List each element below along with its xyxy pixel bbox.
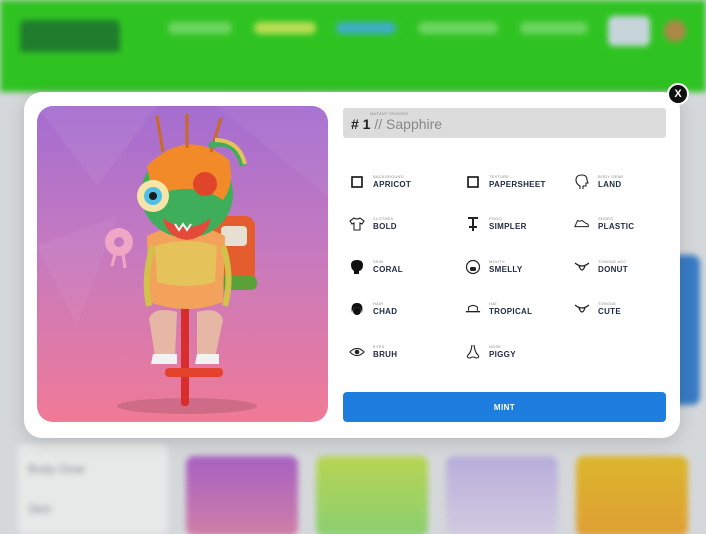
nft-number: # 1	[351, 116, 371, 132]
head-profile-icon	[574, 174, 590, 190]
tongue-icon	[574, 259, 590, 275]
trait-tongue-acc: TONGUE ACC. DONUT	[574, 257, 684, 281]
trait-eyes: EYES BRUH	[349, 342, 459, 366]
trait-tongue: TONGUE CUTE	[574, 299, 684, 323]
mouth-face-icon	[465, 259, 481, 275]
nose-icon	[465, 344, 481, 360]
trait-value: PIGGY	[489, 350, 516, 359]
square-icon	[349, 174, 365, 190]
trait-body-gear: BODY GEAR LAND	[574, 172, 684, 196]
trait-category: CLOTHES	[373, 216, 394, 221]
trait-nose: NOSE PIGGY	[465, 342, 575, 366]
trait-category: POGO	[489, 216, 502, 221]
trait-texture: TEXTURE PAPERSHEET	[465, 172, 575, 196]
close-button[interactable]: X	[667, 83, 689, 105]
trait-category: TONGUE ACC.	[598, 259, 628, 264]
trait-category: SHOES	[598, 216, 614, 221]
trait-value: BRUH	[373, 350, 398, 359]
trait-category: EYES	[373, 344, 385, 349]
nft-id-title: # 1 // Sapphire	[351, 116, 442, 132]
trait-shoes: SHOES PLASTIC	[574, 214, 684, 238]
trait-value: PLASTIC	[598, 222, 635, 231]
trait-value: BOLD	[373, 222, 397, 231]
hair-icon	[349, 301, 365, 317]
skin-icon	[349, 259, 365, 275]
hat-icon	[465, 301, 481, 317]
trait-clothes: CLOTHES BOLD	[349, 214, 459, 238]
trait-pogo: POGO SIMPLER	[465, 214, 575, 238]
eye-icon	[349, 344, 365, 360]
nft-detail-modal: MUTANT TRIGGER # 1 // Sapphire BACKGROUN…	[24, 92, 680, 438]
shoe-icon	[574, 216, 590, 232]
trait-mouth: MOUTH SMELLY	[465, 257, 575, 281]
trait-value: CHAD	[373, 307, 398, 316]
trait-value: PAPERSHEET	[489, 180, 546, 189]
trait-value: TROPICAL	[489, 307, 533, 316]
trait-value: CORAL	[373, 265, 403, 274]
trait-value: LAND	[598, 180, 622, 189]
trait-category: TEXTURE	[489, 174, 510, 179]
trait-value: APRICOT	[373, 180, 412, 189]
trait-hair: HAIR CHAD	[349, 299, 459, 323]
pogo-icon	[465, 216, 481, 232]
trait-category: MOUTH	[489, 259, 505, 264]
square-icon	[465, 174, 481, 190]
trait-category: SKIN	[373, 259, 384, 264]
mint-button[interactable]: MINT	[343, 392, 666, 422]
trait-category: TONGUE	[598, 301, 617, 306]
trait-value: SMELLY	[489, 265, 523, 274]
trait-value: SIMPLER	[489, 222, 527, 231]
trait-value: DONUT	[598, 265, 628, 274]
trait-value: CUTE	[598, 307, 621, 316]
shirt-icon	[349, 216, 365, 232]
trait-category: NOSE	[489, 344, 502, 349]
nft-artwork	[37, 106, 328, 422]
trait-category: BACKGROUND	[373, 174, 404, 179]
tongue-icon	[574, 301, 590, 317]
trait-hat: HAT TROPICAL	[465, 299, 575, 323]
trait-category: HAT	[489, 301, 498, 306]
trait-category: BODY GEAR	[598, 174, 624, 179]
trait-skin: SKIN CORAL	[349, 257, 459, 281]
nft-name: // Sapphire	[374, 116, 443, 132]
trait-category: HAIR	[373, 301, 384, 306]
nft-id-field: MUTANT TRIGGER # 1 // Sapphire	[343, 108, 666, 138]
trait-background: BACKGROUND APRICOT	[349, 172, 459, 196]
